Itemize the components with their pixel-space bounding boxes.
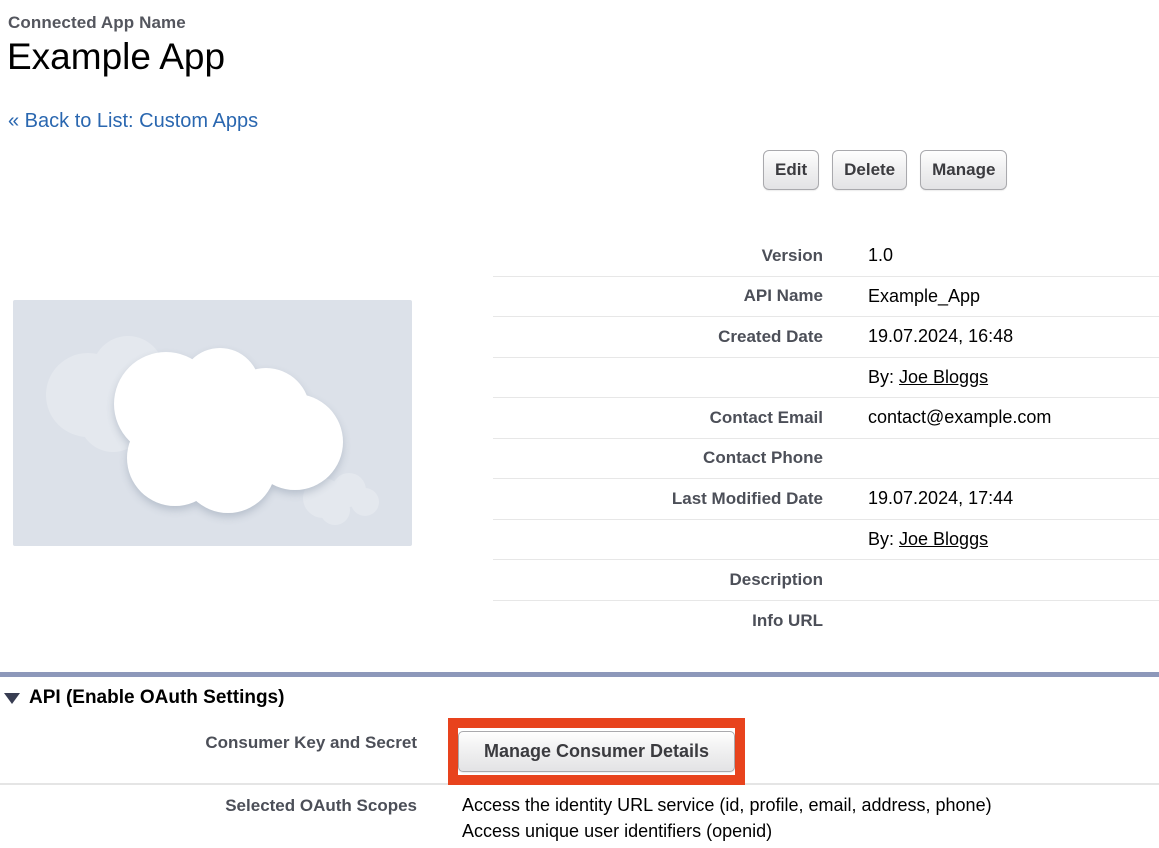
field-label: Description bbox=[493, 570, 823, 590]
detail-row-info-url: Info URL bbox=[493, 601, 1159, 642]
field-value: contact@example.com bbox=[823, 407, 1051, 428]
oauth-section-title: API (Enable OAuth Settings) bbox=[29, 687, 284, 709]
back-to-list-link[interactable]: « Back to List: Custom Apps bbox=[8, 110, 258, 133]
detail-row-description: Description bbox=[493, 560, 1159, 601]
section-divider-bar bbox=[0, 672, 1159, 677]
field-label: Contact Phone bbox=[493, 448, 823, 468]
delete-button[interactable]: Delete bbox=[832, 150, 907, 190]
detail-row-last-modified: Last Modified Date 19.07.2024, 17:44 bbox=[493, 479, 1159, 520]
cloud-icon bbox=[13, 300, 412, 546]
collapse-triangle-icon[interactable] bbox=[4, 693, 20, 704]
detail-row-version: Version 1.0 bbox=[493, 236, 1159, 277]
connected-app-detail-page: Connected App Name Example App « Back to… bbox=[0, 0, 1159, 848]
detail-row-contact-email: Contact Email contact@example.com bbox=[493, 398, 1159, 439]
field-label: Contact Email bbox=[493, 408, 823, 428]
created-by-user-link[interactable]: Joe Bloggs bbox=[899, 367, 988, 387]
detail-row-contact-phone: Contact Phone bbox=[493, 439, 1159, 480]
edit-button[interactable]: Edit bbox=[763, 150, 819, 190]
modified-by-user-link[interactable]: Joe Bloggs bbox=[899, 529, 988, 549]
field-value: 19.07.2024, 16:48 bbox=[823, 326, 1013, 347]
oauth-scope-item: Access unique user identifiers (openid) bbox=[462, 818, 992, 844]
detail-row-created-by: By: Joe Bloggs bbox=[493, 358, 1159, 399]
detail-row-api-name: API Name Example_App bbox=[493, 277, 1159, 318]
field-label: Version bbox=[493, 246, 823, 266]
field-value: By: Joe Bloggs bbox=[823, 367, 988, 388]
field-label: Info URL bbox=[493, 611, 823, 631]
detail-row-created-date: Created Date 19.07.2024, 16:48 bbox=[493, 317, 1159, 358]
field-value: 19.07.2024, 17:44 bbox=[823, 488, 1013, 509]
manage-button[interactable]: Manage bbox=[920, 150, 1007, 190]
page-title: Example App bbox=[7, 36, 225, 78]
app-logo-image bbox=[13, 300, 412, 546]
field-label: Created Date bbox=[493, 327, 823, 347]
red-highlight-annotation: Manage Consumer Details bbox=[448, 718, 745, 785]
by-prefix: By: bbox=[868, 529, 899, 549]
field-label: API Name bbox=[493, 286, 823, 306]
detail-table: Version 1.0 API Name Example_App Created… bbox=[493, 236, 1159, 641]
oauth-section-header: API (Enable OAuth Settings) bbox=[4, 687, 284, 709]
detail-row-modified-by: By: Joe Bloggs bbox=[493, 520, 1159, 561]
entity-type-label: Connected App Name bbox=[8, 13, 186, 33]
field-value: By: Joe Bloggs bbox=[823, 529, 988, 550]
field-value: Example_App bbox=[823, 286, 980, 307]
manage-consumer-details-button[interactable]: Manage Consumer Details bbox=[458, 731, 735, 772]
consumer-key-secret-label: Consumer Key and Secret bbox=[0, 733, 417, 753]
oauth-scope-item: Access the identity URL service (id, pro… bbox=[462, 792, 992, 818]
oauth-scopes-list: Access the identity URL service (id, pro… bbox=[462, 792, 992, 844]
toolbar: Edit Delete Manage bbox=[763, 150, 1007, 190]
field-value: 1.0 bbox=[823, 245, 893, 266]
field-label: Last Modified Date bbox=[493, 489, 823, 509]
selected-oauth-scopes-label: Selected OAuth Scopes bbox=[0, 796, 417, 816]
by-prefix: By: bbox=[868, 367, 899, 387]
